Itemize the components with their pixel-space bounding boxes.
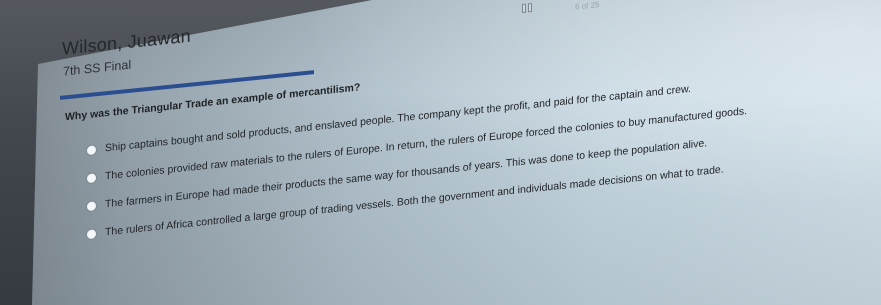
option-radio[interactable] [86, 199, 97, 212]
option-radio[interactable] [86, 171, 97, 184]
option-radio[interactable] [86, 143, 97, 156]
student-name: Wilson, Juawan [62, 25, 191, 59]
question-prompt: Why was the Triangular Trade an example … [65, 81, 361, 124]
option-radio[interactable] [86, 227, 97, 240]
pause-bar-right [528, 2, 532, 13]
pause-bar-left [522, 3, 526, 13]
pause-icon[interactable] [522, 2, 532, 13]
assessment-title: 7th SS Final [63, 57, 132, 79]
question-counter: 6 of 25 [575, 0, 600, 12]
